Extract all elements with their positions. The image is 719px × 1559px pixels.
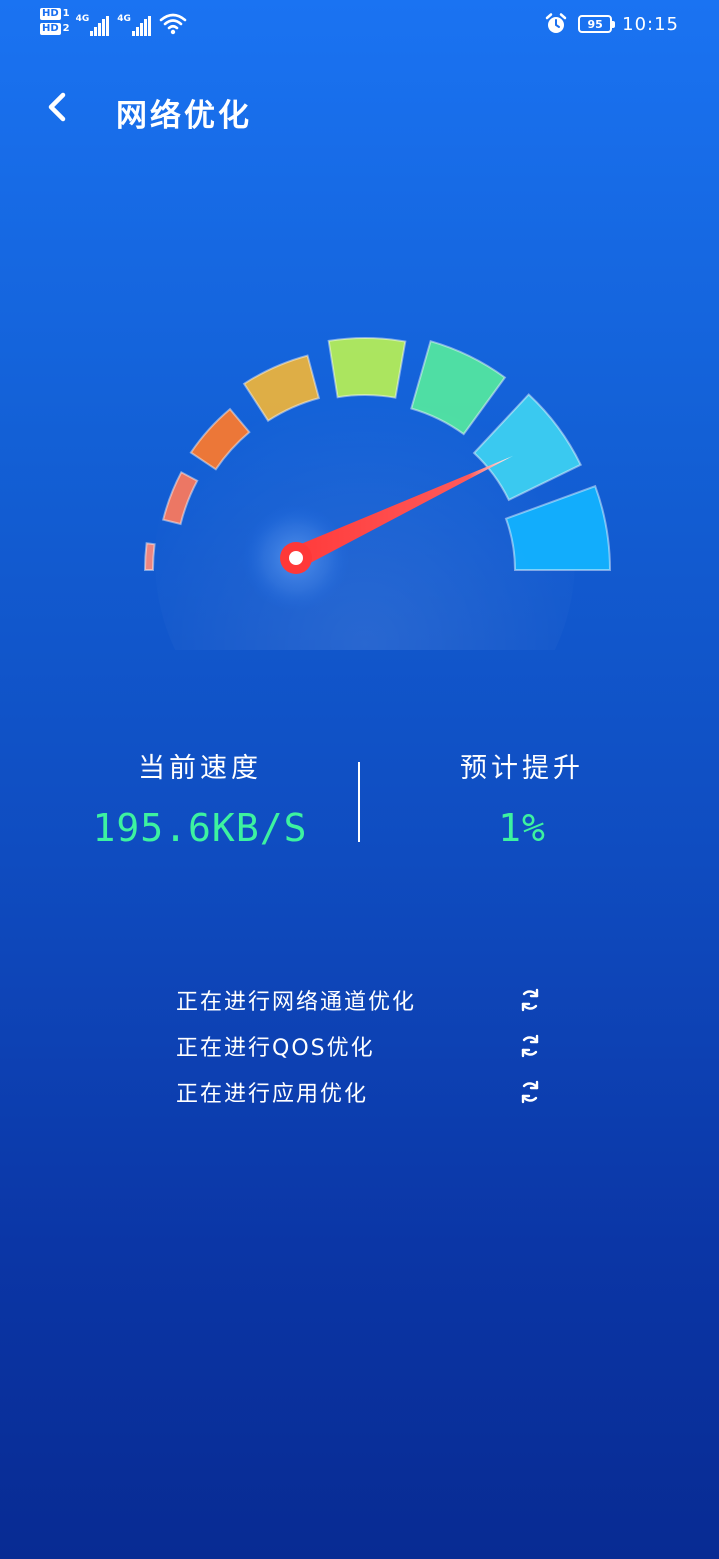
task-label: 正在进行网络通道优化 bbox=[176, 990, 417, 1015]
chevron-left-icon bbox=[48, 92, 66, 122]
task-item-app: 正在进行应用优化 bbox=[0, 1072, 719, 1112]
task-label: 正在进行QOS优化 bbox=[176, 1036, 375, 1061]
alarm-icon bbox=[545, 13, 567, 33]
refresh-icon bbox=[521, 988, 539, 1012]
network-type-sim1: 4G bbox=[75, 14, 90, 24]
signal-bars-icon bbox=[90, 16, 110, 36]
title-bar: 网络优化 bbox=[0, 80, 719, 140]
signal-sim1: 4G bbox=[76, 8, 110, 36]
gauge-segment-5 bbox=[327, 337, 407, 399]
expected-boost-label: 预计提升 bbox=[460, 753, 584, 784]
wifi-icon bbox=[159, 13, 187, 35]
stats-divider bbox=[358, 762, 360, 842]
task-item-qos: 正在进行QOS优化 bbox=[0, 1026, 719, 1066]
speed-gauge bbox=[143, 337, 612, 650]
status-bar: HD 1 HD 2 4G 4G 95 10:15 bbox=[0, 0, 719, 52]
task-label: 正在进行应用优化 bbox=[176, 1082, 369, 1107]
gauge-segment-1 bbox=[143, 542, 156, 571]
status-right: 95 10:15 bbox=[544, 12, 679, 36]
hd-badge-sim2: HD 2 bbox=[40, 23, 70, 35]
hd-badge-sim1: HD 1 bbox=[40, 8, 70, 20]
back-button[interactable] bbox=[36, 85, 80, 129]
battery-icon: 95 bbox=[578, 15, 616, 33]
page-title: 网络优化 bbox=[116, 98, 252, 134]
signal-bars-icon bbox=[131, 16, 151, 36]
refresh-icon bbox=[521, 1034, 539, 1058]
current-speed-value: 195.6KB/S bbox=[92, 806, 308, 850]
refresh-icon bbox=[521, 1080, 539, 1104]
hd-indicators: HD 1 HD 2 bbox=[40, 8, 70, 35]
current-speed-label: 当前速度 bbox=[138, 753, 262, 784]
signal-sim2: 4G bbox=[117, 8, 151, 36]
expected-boost-value: 1% bbox=[498, 806, 546, 850]
battery-level: 95 bbox=[587, 17, 603, 31]
network-type-sim2: 4G bbox=[117, 14, 131, 24]
clock: 10:15 bbox=[622, 13, 679, 35]
needle-hub-dot bbox=[289, 551, 303, 565]
status-left: HD 1 HD 2 4G 4G bbox=[40, 8, 187, 36]
task-item-channel: 正在进行网络通道优化 bbox=[0, 980, 719, 1020]
speed-stats: 当前速度 195.6KB/S 预计提升 1% bbox=[0, 740, 719, 860]
